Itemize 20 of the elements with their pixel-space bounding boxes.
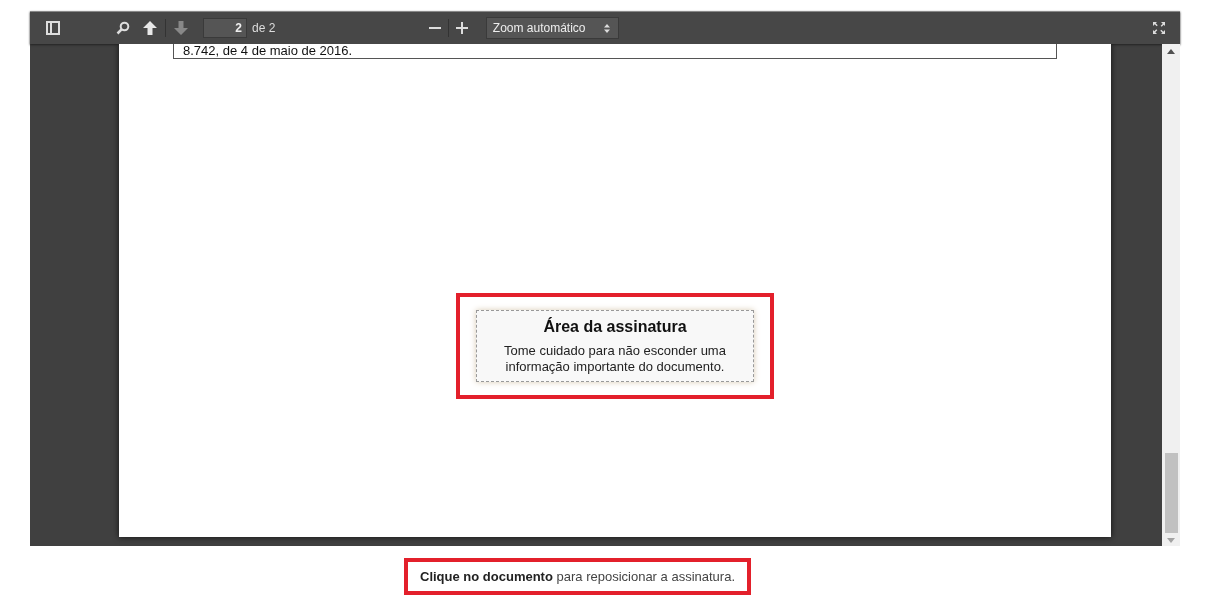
scroll-up-icon[interactable] <box>1167 49 1175 54</box>
document-page[interactable]: 8.742, de 4 de maio de 2016. Área da assinatura Tome cuidado para não esconder uma informação importante do documento. <box>119 44 1111 537</box>
page-number-field[interactable]: 2 <box>203 18 247 38</box>
arrow-down-icon <box>173 20 189 36</box>
sidebar-toggle-button[interactable] <box>43 18 63 38</box>
page-count: de 2 <box>252 21 276 35</box>
zoom-dropdown[interactable]: Zoom automático <box>485 17 619 39</box>
updown-caret-icon <box>603 23 610 33</box>
scrollbar[interactable] <box>1162 44 1180 546</box>
document-text: 8.742, de 4 de maio de 2016. <box>183 44 353 58</box>
signature-area[interactable]: Área da assinatura Tome cuidado para não esconder uma informação importante do documento. <box>476 310 754 382</box>
signature-title: Área da assinatura <box>542 318 688 336</box>
search-icon <box>116 21 130 35</box>
plus-icon <box>455 22 468 34</box>
instruction-text: Clique no documento para reposicionar a assinatura. <box>404 558 751 595</box>
sidebar-icon <box>46 21 60 35</box>
expand-icon <box>1152 21 1166 35</box>
signature-hint: Tome cuidado para não esconder uma informação importante do documento. <box>503 343 727 375</box>
scrollbar-thumb[interactable] <box>1164 453 1178 533</box>
arrow-up-icon <box>142 20 158 36</box>
